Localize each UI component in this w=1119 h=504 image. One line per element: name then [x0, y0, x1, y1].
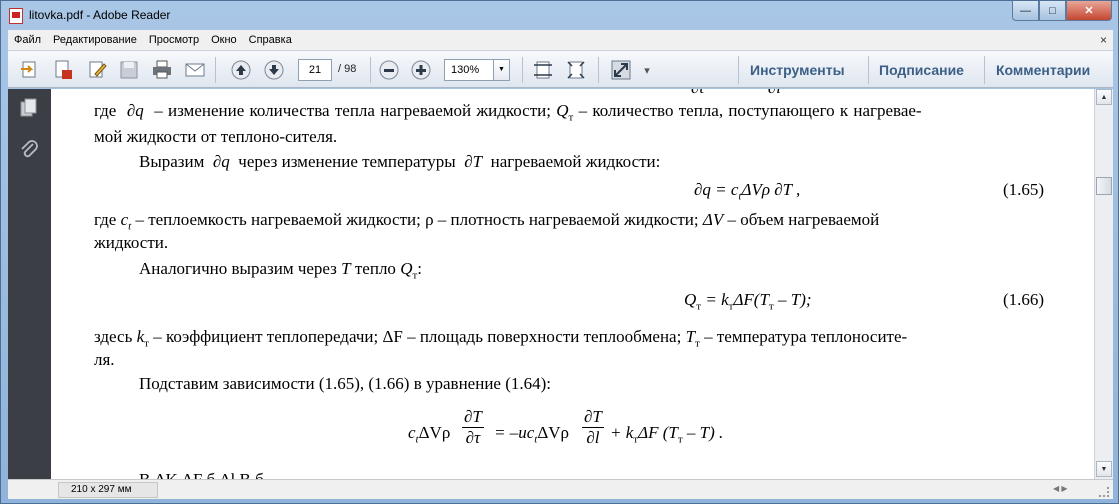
- window-title: litovka.pdf - Adobe Reader: [29, 8, 171, 22]
- attachments-icon[interactable]: [18, 139, 40, 161]
- full-screen-icon[interactable]: [608, 57, 634, 83]
- paragraph-line: Выразим ∂q через изменение температуры ∂…: [139, 152, 661, 171]
- fraction-dT-dl: ∂T ∂l: [582, 407, 604, 447]
- menu-view[interactable]: Просмотр: [143, 34, 205, 46]
- toolbar-separator: [522, 57, 523, 83]
- menu-help[interactable]: Справка: [243, 34, 298, 46]
- equation-final-left: ctΔVρ: [408, 423, 451, 446]
- title-bar: litovka.pdf - Adobe Reader — □ ✕: [1, 1, 1118, 30]
- menu-bar: Файл Редактирование Просмотр Окно Справк…: [8, 30, 1113, 50]
- toolbar-separator: [370, 57, 371, 83]
- cropped-paragraph-line: В ΔK ΔF б Δl В б: [139, 470, 264, 479]
- toolbar-separator: [598, 57, 599, 83]
- maximize-button[interactable]: □: [1039, 1, 1066, 21]
- close-button[interactable]: ✕: [1066, 1, 1112, 21]
- navigation-pane: [8, 89, 51, 479]
- equation-1-65: ∂q = ctΔVρ ∂T ,: [694, 180, 801, 203]
- save-icon[interactable]: [116, 57, 142, 83]
- next-page-icon[interactable]: [261, 57, 287, 83]
- toolbar-separator: [215, 57, 216, 83]
- page-thumbnails-icon[interactable]: [18, 97, 40, 119]
- status-bar: 210 x 297 мм ◀ ▶: [8, 479, 1113, 499]
- paragraph-line: Аналогично выразим через T тепло Qт:: [139, 259, 423, 282]
- paragraph-line: Подставим зависимости (1.65), (1.66) в у…: [139, 374, 552, 393]
- equation-final-right: + kтΔF (Tт – T) .: [610, 423, 724, 446]
- horizontal-scroll-icon[interactable]: ◀ ▶: [1053, 484, 1068, 493]
- sign-pane-link[interactable]: Подписание: [879, 62, 964, 78]
- print-icon[interactable]: [149, 57, 175, 83]
- document-page[interactable]: ∂t ∂l где ∂q – изменение количества тепл…: [51, 89, 1094, 479]
- menu-edit[interactable]: Редактирование: [47, 34, 143, 46]
- page-size-indicator: 210 x 297 мм: [58, 482, 158, 498]
- scroll-down-icon[interactable]: ▼: [1096, 461, 1112, 477]
- open-file-icon[interactable]: [16, 57, 42, 83]
- email-icon[interactable]: [182, 57, 208, 83]
- paragraph-line: жидкости.: [94, 233, 169, 252]
- paragraph-line: где ∂q – изменение количества тепла нагр…: [94, 101, 922, 124]
- equation-number: (1.66): [1003, 290, 1045, 309]
- toolbar: 21 / 98 130% ▼ ▾ Инструменты Подписание …: [8, 50, 1113, 88]
- fit-width-icon[interactable]: [530, 57, 556, 83]
- chevron-down-icon[interactable]: ▼: [493, 60, 509, 80]
- previous-page-icon[interactable]: [228, 57, 254, 83]
- zoom-value: 130%: [451, 64, 480, 76]
- equation-final-middle: = –uctΔVρ: [494, 423, 570, 446]
- fraction-dT-dtau: ∂T ∂τ: [462, 407, 484, 447]
- pdf-app-icon: [9, 8, 23, 24]
- scroll-thumb[interactable]: [1096, 177, 1112, 195]
- menu-file[interactable]: Файл: [8, 34, 47, 46]
- window-controls: — □ ✕: [1012, 1, 1112, 21]
- toolbar-separator: [984, 56, 985, 84]
- zoom-select[interactable]: 130% ▼: [444, 59, 510, 81]
- more-tools-icon[interactable]: ▾: [640, 57, 654, 83]
- paragraph-line: ля.: [94, 350, 115, 369]
- toolbar-separator: [868, 56, 869, 84]
- fit-page-icon[interactable]: [563, 57, 589, 83]
- adobe-reader-window: litovka.pdf - Adobe Reader — □ ✕ Файл Ре…: [0, 0, 1119, 504]
- page-total: / 98: [338, 63, 357, 75]
- toolbar-separator: [738, 56, 739, 84]
- close-document-icon[interactable]: ×: [1100, 33, 1107, 47]
- page-number-input[interactable]: 21: [298, 59, 332, 81]
- scroll-up-icon[interactable]: ▲: [1096, 89, 1112, 105]
- equation-number: (1.65): [1003, 180, 1045, 199]
- resize-grip-icon[interactable]: [1099, 487, 1109, 497]
- vertical-scrollbar[interactable]: ▲ ▼: [1094, 89, 1113, 479]
- comment-pane-link[interactable]: Комментарии: [996, 62, 1090, 78]
- paragraph-line: здесь kт – коэффициент теплопередачи; ΔF…: [94, 327, 908, 350]
- minimize-button[interactable]: —: [1012, 1, 1039, 21]
- zoom-in-icon[interactable]: [408, 57, 434, 83]
- paragraph-line: где ct – теплоемкость нагреваемой жидкос…: [94, 210, 880, 233]
- menu-window[interactable]: Окно: [205, 34, 243, 46]
- cropped-formula-fragment: ∂t ∂l: [691, 89, 781, 98]
- zoom-out-icon[interactable]: [376, 57, 402, 83]
- paragraph-line: мой жидкости от теплоно-сителя.: [94, 127, 338, 146]
- create-pdf-icon[interactable]: [50, 57, 76, 83]
- edit-pdf-icon[interactable]: [84, 57, 110, 83]
- equation-1-66: Qт = kтΔF(Tт – T);: [684, 290, 812, 313]
- tools-pane-link[interactable]: Инструменты: [750, 62, 845, 78]
